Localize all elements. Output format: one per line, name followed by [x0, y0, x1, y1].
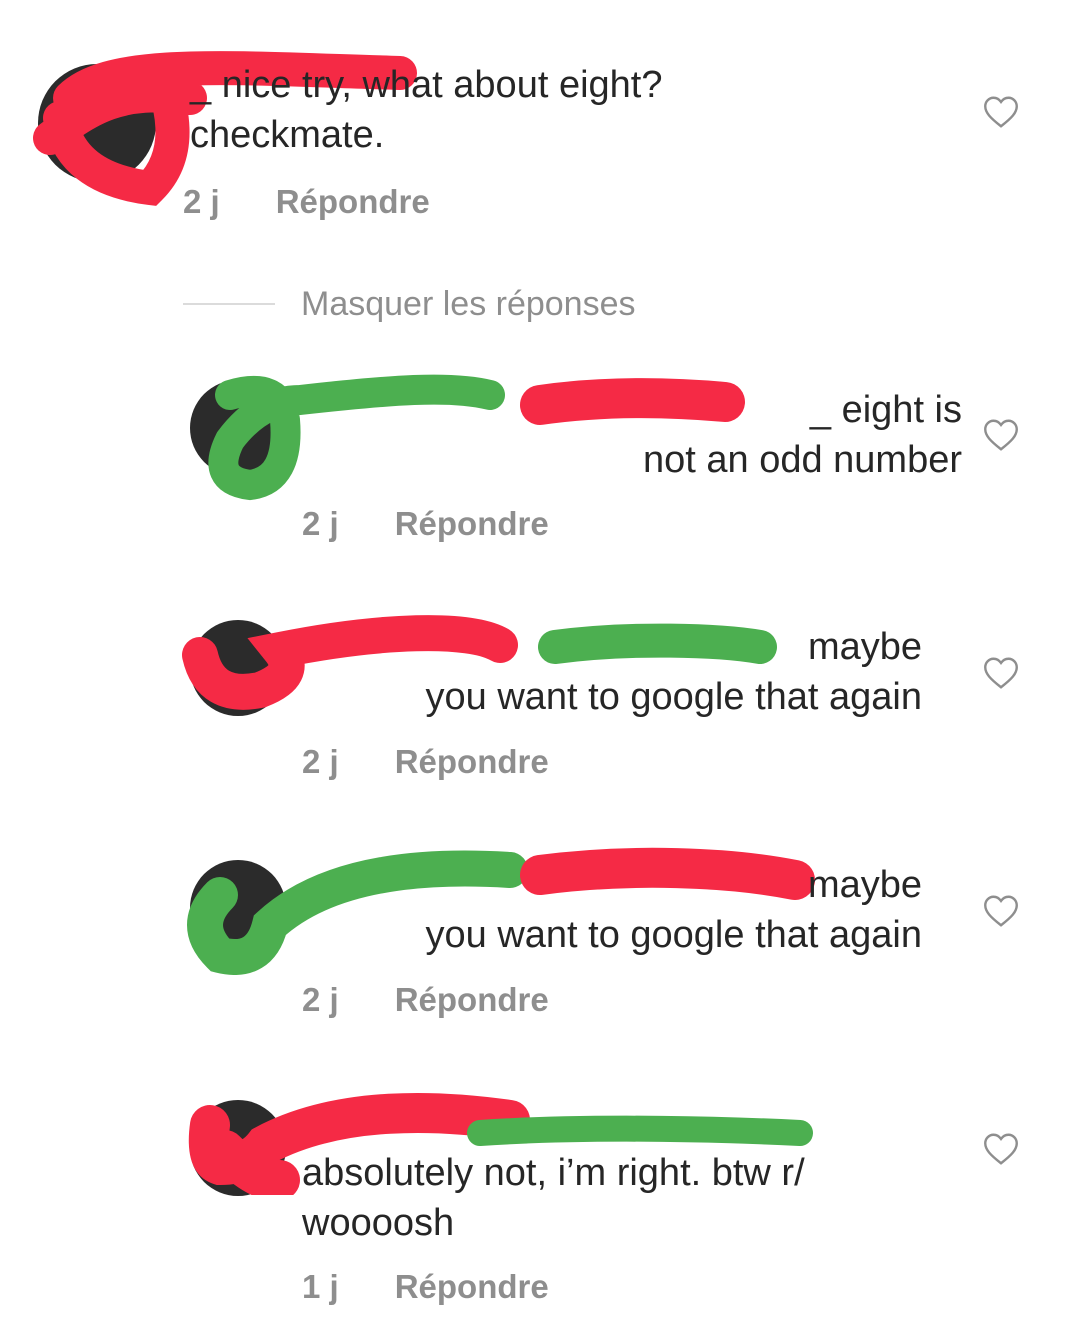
comment-text: _ eight is not an odd number	[642, 389, 962, 481]
timestamp: 1 j	[302, 1268, 339, 1305]
reply-button[interactable]: Répondre	[395, 743, 549, 781]
heart-icon[interactable]	[983, 656, 1019, 690]
reply-button[interactable]: Répondre	[395, 505, 549, 543]
avatar[interactable]	[190, 380, 286, 476]
comment-text: absolutely not, i’m right. btw r/ woooos…	[302, 1152, 805, 1244]
divider	[183, 303, 275, 305]
reply-button[interactable]: Répondre	[395, 981, 549, 1019]
comment-meta: 2 j Répondre	[302, 981, 549, 1019]
comment-text: maybe you want to google that again	[425, 626, 923, 718]
heart-icon[interactable]	[983, 1132, 1019, 1166]
heart-icon[interactable]	[983, 95, 1019, 129]
comment-text: _ nice try, what about eight? checkmate.	[190, 64, 663, 156]
timestamp: 2 j	[183, 183, 220, 220]
heart-icon[interactable]	[983, 894, 1019, 928]
avatar[interactable]	[38, 64, 156, 182]
reply-button[interactable]: Répondre	[395, 1268, 549, 1306]
hide-replies-label: Masquer les réponses	[301, 284, 636, 323]
comment-meta: 2 j Répondre	[183, 183, 430, 221]
reply-button[interactable]: Répondre	[276, 183, 430, 221]
avatar[interactable]	[190, 1100, 286, 1196]
timestamp: 2 j	[302, 981, 339, 1018]
timestamp: 2 j	[302, 743, 339, 780]
comment-meta: 2 j Répondre	[302, 743, 549, 781]
comment-text: maybe you want to google that again	[425, 864, 923, 956]
comment-meta: 1 j Répondre	[302, 1268, 549, 1306]
comment-meta: 2 j Répondre	[302, 505, 549, 543]
heart-icon[interactable]	[983, 418, 1019, 452]
timestamp: 2 j	[302, 505, 339, 542]
avatar[interactable]	[190, 860, 286, 956]
hide-replies-button[interactable]: Masquer les réponses	[183, 284, 636, 324]
avatar[interactable]	[190, 620, 286, 716]
